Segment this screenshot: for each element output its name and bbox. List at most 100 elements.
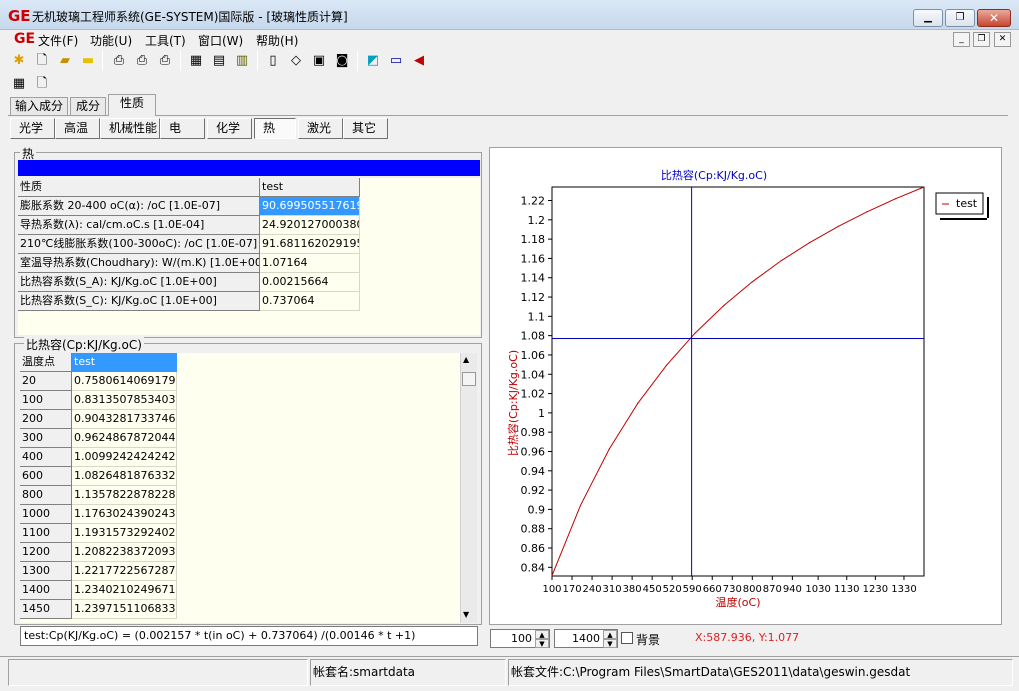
keyboard-icon[interactable]: ▭ [387,52,405,70]
cp-value-cell[interactable]: 1.17630243902439 [72,505,177,524]
restore-icon: ❐ [955,12,965,23]
scroll-up-icon[interactable]: ▲ [463,355,469,364]
cp-value-cell[interactable]: 1.23971511068335 [72,600,177,619]
vertical-scrollbar[interactable]: ▲ ▼ [460,353,477,623]
data-point [866,211,868,213]
max-temp-value[interactable]: 1400 [572,632,600,645]
tab-other[interactable]: 其它 [343,118,388,139]
eraser-icon[interactable]: ◇ [287,52,305,70]
x-tick-label: 800 [743,584,762,595]
heat-color-bar [18,160,480,176]
y-tick-label: 1.14 [521,272,546,285]
property-value[interactable]: 24.9201270003803 [260,216,360,235]
print-preview-icon[interactable]: ⎙ [156,52,174,70]
y-tick-label: 1.18 [521,233,546,246]
menu-tools[interactable]: 工具(T) [145,32,186,49]
min-temp-down[interactable]: ▼ [535,639,549,648]
temperature-cell: 1000 [20,505,72,524]
min-temp-value[interactable]: 100 [511,632,532,645]
run-icon[interactable]: ✱ [10,52,28,70]
x-tick-label: 240 [583,584,602,595]
cp-chart[interactable]: 比热容(Cp:KJ/Kg.oC) 温度(oC) 比热容(Cp:KJ/Kg.oC)… [490,148,1001,624]
data-point [608,448,610,450]
close-button[interactable]: ✕ [977,9,1011,27]
restore-button[interactable]: ❐ [945,9,975,27]
mdi-minimize-button[interactable]: _ [953,32,970,47]
open-folder-icon[interactable]: ▰ [56,52,74,70]
document-icon[interactable]: ▣ [310,52,328,70]
temperature-cell: 400 [20,448,72,467]
form-icon[interactable]: ▤ [210,52,228,70]
folder-icon[interactable]: ▬ [79,52,97,70]
property-value[interactable]: 0.737064 [260,292,360,311]
tab-composition[interactable]: 成分 [70,97,106,115]
calculator-icon[interactable]: ▯ [264,52,282,70]
x-tick-label: 870 [763,584,782,595]
cp-value-cell[interactable]: 1.23402102496715 [72,581,177,600]
x-tick-label: 1130 [834,584,859,595]
scroll-thumb[interactable] [462,372,476,386]
tab-input-composition[interactable]: 输入成分 [10,97,68,115]
cp-value-cell[interactable]: 1.2082238372093 [72,543,177,562]
temperature-cell: 20 [20,372,72,391]
y-tick-label: 1.04 [521,368,546,381]
print-icon[interactable]: ⎙ [133,52,151,70]
speaker-icon[interactable]: ◀ [410,52,428,70]
tab-mechanical[interactable]: 机械性能 [100,118,160,139]
print-setup-icon[interactable]: ⎙ [110,52,128,70]
table-icon[interactable]: ▦ [10,75,28,93]
report-preview-icon[interactable]: 🗋 [33,75,51,93]
cp-value-cell[interactable]: 0.758061406917995 [72,372,177,391]
tab-chemical[interactable]: 化学 [207,118,252,139]
mdi-logo[interactable]: GE [14,31,35,47]
cp-value-cell[interactable]: 1.08264818763326 [72,467,177,486]
property-name: 比热容系数(S_C): KJ/Kg.oC [1.0E+00] [18,292,260,311]
menu-function[interactable]: 功能(U) [90,32,132,49]
temperature-cell: 300 [20,429,72,448]
x-tick-label: 940 [783,584,802,595]
menu-file[interactable]: 文件(F) [38,32,78,49]
min-temp-up[interactable]: ▲ [535,630,549,639]
property-name: 室温导热系数(Choudhary): W/(m.K) [1.0E+00] [18,254,260,273]
y-tick-label: 0.9 [528,503,546,516]
menu-help[interactable]: 帮助(H) [256,32,298,49]
disk-icon[interactable]: ◙ [333,52,351,70]
cp-value-cell[interactable]: 1.13578228782288 [72,486,177,505]
formula-field[interactable]: test:Cp(KJ/Kg.oC) = (0.002157 * t(in oC)… [20,626,478,646]
cp-value-cell[interactable]: 0.96248678720445 [72,429,177,448]
cp-value-cell[interactable]: 1.22177225672878 [72,562,177,581]
new-file-icon[interactable]: 🗋 [33,52,51,70]
tab-electrical[interactable]: 电 [160,118,205,139]
book-icon[interactable]: ◩ [364,52,382,70]
cp-value-cell[interactable]: 0.904328173374613 [72,410,177,429]
menu-window[interactable]: 窗口(W) [198,32,243,49]
scroll-down-icon[interactable]: ▼ [463,610,469,619]
mdi-restore-button[interactable]: ❐ [973,32,990,47]
cp-value-cell[interactable]: 0.831350785340314 [72,391,177,410]
y-tick-label: 0.88 [521,523,546,536]
cp-value-cell[interactable]: 1.19315732924021 [72,524,177,543]
property-value[interactable]: 1.07164 [260,254,360,273]
mdi-close-button[interactable]: ✕ [994,32,1011,47]
x-tick-label: 1230 [863,584,888,595]
background-checkbox[interactable] [621,632,633,644]
tab-laser[interactable]: 激光 [298,118,343,139]
x-tick-label: 450 [643,584,662,595]
x-tick-label: 590 [683,584,702,595]
tab-thermal[interactable]: 热 [254,118,296,139]
property-value[interactable]: 90.6995055176196 [260,197,360,216]
cp-value-cell[interactable]: 1.00992424242424 [72,448,177,467]
tab-properties[interactable]: 性质 [108,94,156,116]
max-temp-up[interactable]: ▲ [603,630,617,639]
cp-data-grid: 温度点 test 200.7580614069179951000.8313507… [20,353,460,623]
property-value[interactable]: 91.681162029195 [260,235,360,254]
grid-icon[interactable]: ▦ [187,52,205,70]
minimize-button[interactable]: ▁ [913,9,943,27]
title-bar: GE 无机玻璃工程师系统(GE-SYSTEM)国际版 - [玻璃性质计算] ▁ … [0,0,1019,30]
database-icon[interactable]: ▥ [233,52,251,70]
tab-high-temp[interactable]: 高温 [55,118,100,139]
y-tick-label: 0.92 [521,484,546,497]
max-temp-down[interactable]: ▼ [603,639,617,648]
tab-optics[interactable]: 光学 [10,118,55,139]
property-value[interactable]: 0.00215664 [260,273,360,292]
